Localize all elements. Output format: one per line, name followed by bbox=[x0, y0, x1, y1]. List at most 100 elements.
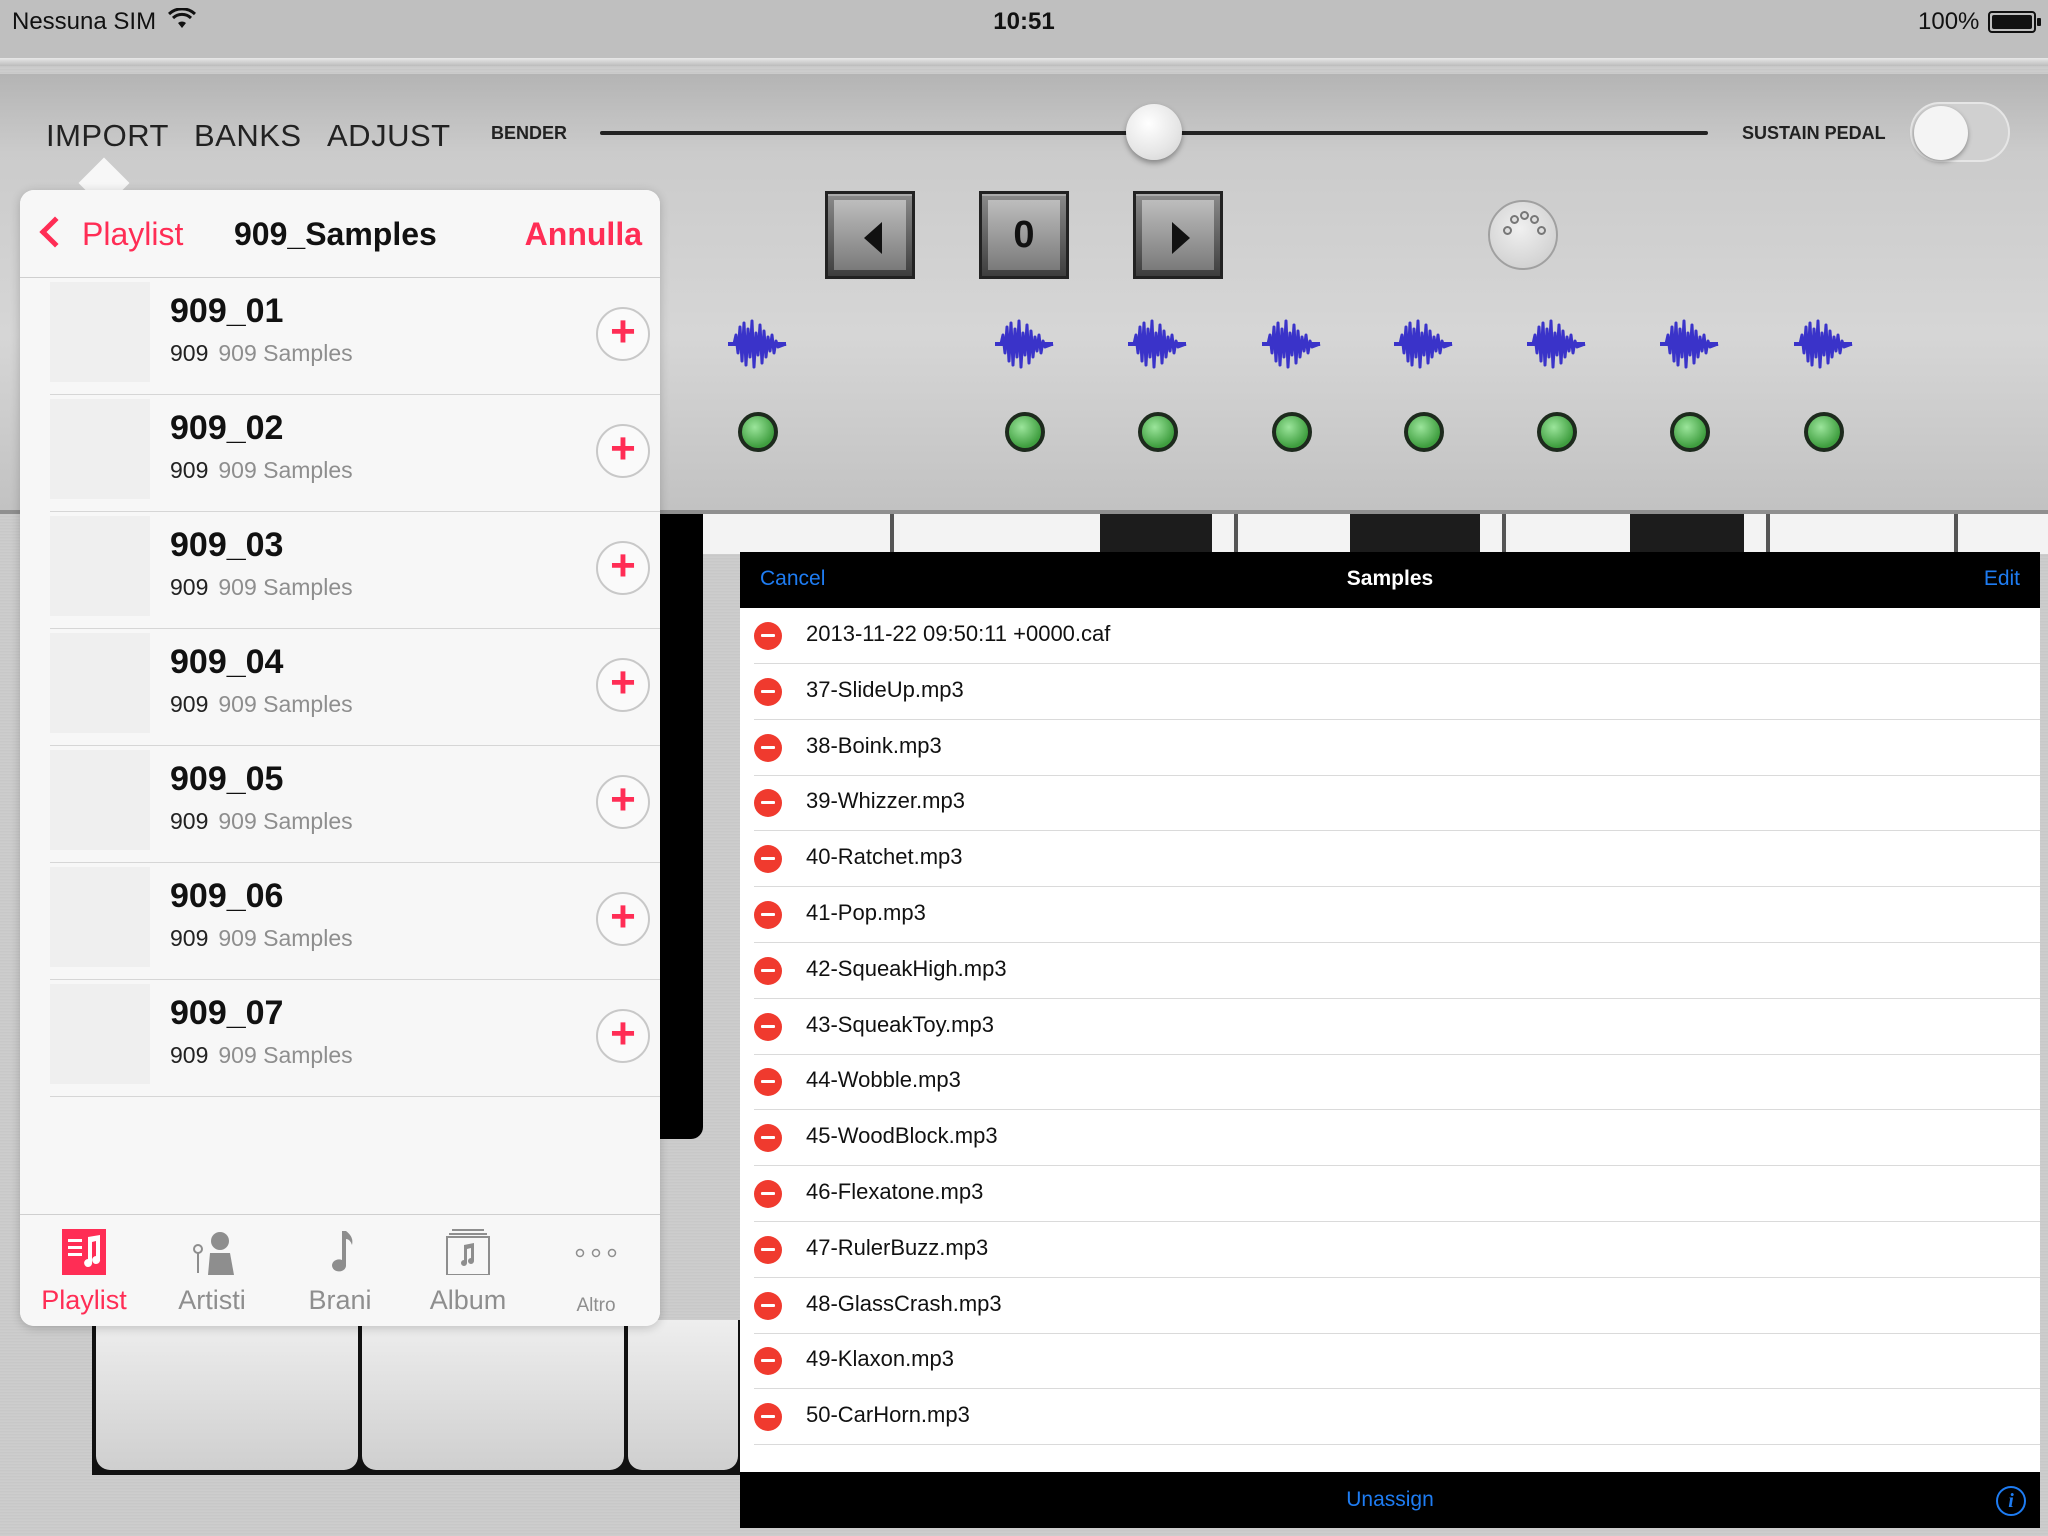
sample-row[interactable]: 39-Whizzer.mp3 bbox=[754, 775, 2040, 832]
add-song-button[interactable]: + bbox=[596, 424, 650, 478]
add-song-button[interactable]: + bbox=[596, 892, 650, 946]
sustain-pedal-label: SUSTAIN PEDAL bbox=[1742, 123, 1886, 143]
samples-toolbar: Unassign i bbox=[740, 1472, 2040, 1528]
sample-row[interactable]: 2013-11-22 09:50:11 +0000.caf bbox=[754, 608, 2040, 664]
song-title: 909_05 bbox=[170, 760, 284, 798]
status-bar: Nessuna SIM 10:51 100% bbox=[0, 0, 2048, 58]
tab-brani[interactable]: Brani bbox=[276, 1215, 404, 1326]
white-key[interactable] bbox=[628, 1320, 738, 1470]
delete-minus-icon[interactable] bbox=[754, 1403, 782, 1432]
song-row[interactable]: 909_02 909 909 Samples + bbox=[50, 395, 660, 512]
sample-row[interactable]: 48-GlassCrash.mp3 bbox=[754, 1278, 2040, 1334]
delete-minus-icon[interactable] bbox=[754, 622, 782, 650]
tab-playlist[interactable]: Playlist bbox=[20, 1215, 148, 1326]
delete-minus-icon[interactable] bbox=[754, 1012, 782, 1041]
tab-altro[interactable]: Altro bbox=[532, 1215, 660, 1326]
tab-album[interactable]: Album bbox=[404, 1215, 532, 1326]
song-subtitle: 909 909 Samples bbox=[170, 1042, 353, 1069]
delete-minus-icon[interactable] bbox=[754, 1235, 782, 1264]
unassign-button[interactable]: Unassign bbox=[740, 1488, 2040, 1512]
sustain-pedal-toggle[interactable] bbox=[1910, 102, 2010, 162]
pad-status-led[interactable] bbox=[1537, 412, 1577, 452]
song-title: 909_02 bbox=[170, 409, 284, 447]
song-subtitle: 909 909 Samples bbox=[170, 808, 353, 835]
sample-row[interactable]: 40-Ratchet.mp3 bbox=[754, 831, 2040, 888]
add-song-button[interactable]: + bbox=[596, 541, 650, 595]
pad-status-led[interactable] bbox=[1670, 412, 1710, 452]
sample-row[interactable]: 42-SqueakHigh.mp3 bbox=[754, 943, 2040, 999]
midi-icon[interactable] bbox=[1488, 200, 1558, 270]
import-menu[interactable]: IMPORT bbox=[46, 118, 169, 154]
sample-row[interactable]: 46-Flexatone.mp3 bbox=[754, 1166, 2040, 1222]
delete-minus-icon[interactable] bbox=[754, 733, 782, 762]
sample-row[interactable]: 50-CarHorn.mp3 bbox=[754, 1389, 2040, 1446]
delete-minus-icon[interactable] bbox=[754, 1347, 782, 1376]
pad-status-led[interactable] bbox=[1272, 412, 1312, 452]
tab-artisti[interactable]: Artisti bbox=[148, 1215, 276, 1326]
bender-slider-knob[interactable] bbox=[1126, 104, 1182, 160]
keyboard-frame bbox=[655, 514, 703, 1139]
delete-minus-icon[interactable] bbox=[754, 677, 782, 706]
pad-status-led[interactable] bbox=[1804, 412, 1844, 452]
info-icon[interactable]: i bbox=[1996, 1486, 2026, 1516]
delete-minus-icon[interactable] bbox=[754, 956, 782, 985]
black-key[interactable] bbox=[1350, 514, 1480, 554]
banks-menu[interactable]: BANKS bbox=[194, 118, 302, 154]
delete-minus-icon[interactable] bbox=[754, 1291, 782, 1320]
black-key[interactable] bbox=[1100, 514, 1212, 554]
song-row[interactable]: 909_04 909 909 Samples + bbox=[50, 629, 660, 746]
song-row[interactable]: 909_01 909 909 Samples + bbox=[50, 278, 660, 395]
sample-row[interactable]: 44-Wobble.mp3 bbox=[754, 1054, 2040, 1111]
add-song-button[interactable]: + bbox=[596, 775, 650, 829]
song-row[interactable]: 909_06 909 909 Samples + bbox=[50, 863, 660, 980]
delete-minus-icon[interactable] bbox=[754, 1068, 782, 1097]
delete-minus-icon[interactable] bbox=[754, 845, 782, 874]
sample-waveform-icon[interactable] bbox=[726, 315, 788, 373]
delete-minus-icon[interactable] bbox=[754, 1180, 782, 1208]
pad-status-led[interactable] bbox=[738, 412, 778, 452]
sample-row[interactable]: 47-RulerBuzz.mp3 bbox=[754, 1222, 2040, 1278]
sample-filename: 49-Klaxon.mp3 bbox=[806, 1346, 954, 1372]
sample-row[interactable]: 38-Boink.mp3 bbox=[754, 720, 2040, 776]
sample-row[interactable]: 43-SqueakToy.mp3 bbox=[754, 999, 2040, 1055]
add-song-button[interactable]: + bbox=[596, 1009, 650, 1063]
bank-number: 0 bbox=[1013, 214, 1035, 256]
sample-waveform-icon[interactable] bbox=[993, 315, 1055, 373]
delete-minus-icon[interactable] bbox=[754, 789, 782, 818]
pad-status-led[interactable] bbox=[1138, 412, 1178, 452]
sample-row[interactable]: 41-Pop.mp3 bbox=[754, 887, 2040, 943]
song-row[interactable]: 909_03 909 909 Samples + bbox=[50, 512, 660, 629]
delete-minus-icon[interactable] bbox=[754, 901, 782, 929]
adjust-menu[interactable]: ADJUST bbox=[327, 118, 451, 154]
add-song-button[interactable]: + bbox=[596, 307, 650, 361]
sample-waveform-icon[interactable] bbox=[1658, 315, 1720, 373]
sample-row[interactable]: 45-WoodBlock.mp3 bbox=[754, 1110, 2040, 1167]
plus-icon: + bbox=[610, 307, 636, 356]
black-key[interactable] bbox=[1630, 514, 1744, 554]
sample-filename: 37-SlideUp.mp3 bbox=[806, 676, 964, 702]
delete-minus-icon[interactable] bbox=[754, 1124, 782, 1153]
bank-next-button[interactable] bbox=[1133, 191, 1223, 279]
samples-edit-button[interactable]: Edit bbox=[1984, 567, 2020, 591]
album-artwork bbox=[50, 516, 150, 616]
sample-waveform-icon[interactable] bbox=[1260, 315, 1322, 373]
sample-waveform-icon[interactable] bbox=[1792, 315, 1854, 373]
sample-filename: 38-Boink.mp3 bbox=[806, 732, 942, 758]
pad-status-led[interactable] bbox=[1005, 412, 1045, 452]
add-song-button[interactable]: + bbox=[596, 658, 650, 712]
bank-prev-button[interactable] bbox=[825, 191, 915, 279]
pad-status-led[interactable] bbox=[1404, 412, 1444, 452]
sample-filename: 44-Wobble.mp3 bbox=[806, 1067, 961, 1093]
sample-row[interactable]: 49-Klaxon.mp3 bbox=[754, 1333, 2040, 1390]
sample-row[interactable]: 37-SlideUp.mp3 bbox=[754, 664, 2040, 720]
sample-waveform-icon[interactable] bbox=[1392, 315, 1454, 373]
song-row[interactable]: 909_05 909 909 Samples + bbox=[50, 746, 660, 863]
back-playlist-button[interactable]: Playlist bbox=[34, 216, 183, 253]
white-key[interactable] bbox=[96, 1320, 358, 1470]
music-picker-popover: Playlist 909_Samples Annulla 909_01 909 90… bbox=[20, 190, 660, 1326]
white-key[interactable] bbox=[362, 1320, 624, 1470]
annulla-button[interactable]: Annulla bbox=[525, 216, 642, 253]
song-row[interactable]: 909_07 909 909 Samples + bbox=[50, 980, 660, 1097]
sample-waveform-icon[interactable] bbox=[1525, 315, 1587, 373]
sample-waveform-icon[interactable] bbox=[1126, 315, 1188, 373]
